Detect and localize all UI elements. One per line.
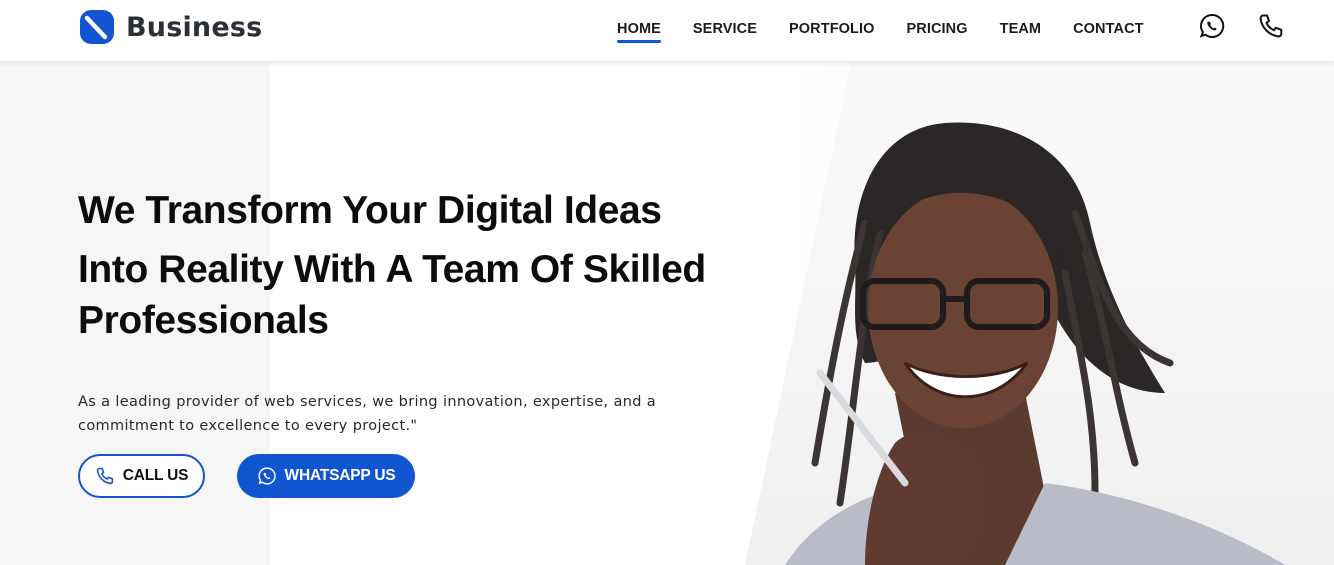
nav-item-home[interactable]: HOME — [617, 21, 661, 43]
whatsapp-us-label: WHATSAPP US — [284, 467, 396, 484]
hero-person-image — [785, 122, 1285, 565]
headline-line-2: Into Reality With A Team Of Skilled — [78, 248, 706, 291]
whatsapp-us-button[interactable]: WHATSAPP US — [237, 454, 415, 498]
call-us-button[interactable]: CALL US — [78, 454, 205, 498]
brand-logo[interactable]: Business — [80, 10, 262, 44]
hero-section: We Transform Your Digital Ideas Into Rea… — [0, 63, 1334, 565]
whatsapp-icon[interactable] — [1198, 12, 1226, 40]
site-header: Business HOME SERVICE PORTFOLIO PRICING … — [0, 0, 1334, 62]
nav-item-team[interactable]: TEAM — [1000, 21, 1041, 43]
call-us-label: CALL US — [122, 467, 189, 484]
main-nav: HOME SERVICE PORTFOLIO PRICING TEAM CONT… — [617, 21, 1144, 43]
brand-name: Business — [126, 11, 263, 43]
nav-item-pricing[interactable]: PRICING — [907, 21, 968, 43]
headline-line-1: We Transform Your Digital Ideas — [78, 189, 662, 232]
hero-description: As a leading provider of web services, w… — [78, 394, 657, 434]
nav-item-contact[interactable]: CONTACT — [1073, 21, 1144, 43]
nav-item-portfolio[interactable]: PORTFOLIO — [789, 21, 874, 43]
phone-icon[interactable] — [1257, 12, 1285, 40]
nav-item-service[interactable]: SERVICE — [693, 21, 757, 43]
phone-icon — [96, 467, 113, 485]
whatsapp-icon — [257, 467, 276, 485]
headline-line-3: Professionals — [78, 299, 329, 342]
logo-icon — [80, 10, 114, 44]
